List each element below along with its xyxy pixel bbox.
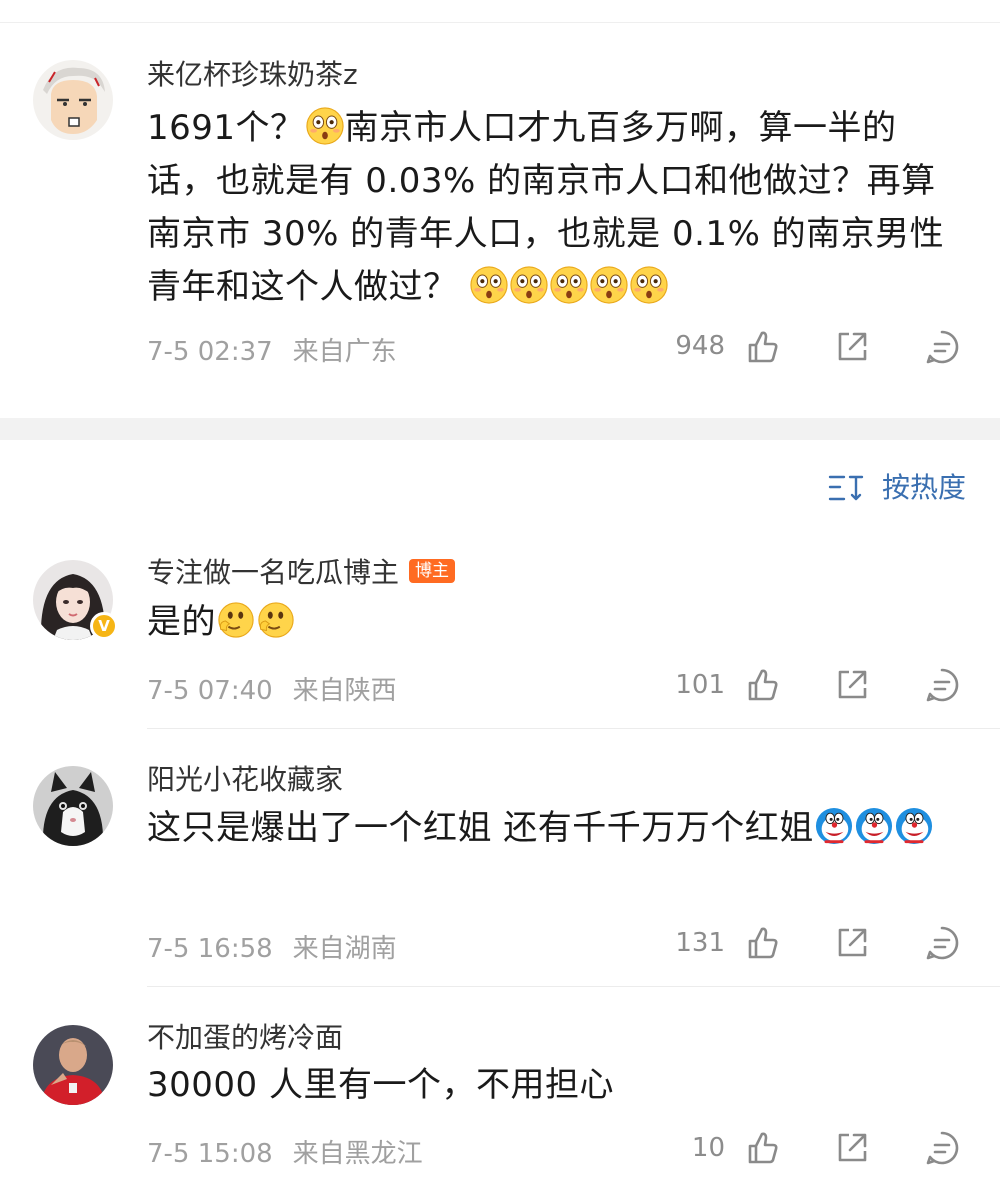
flushed-face-icon xyxy=(470,266,508,304)
comment-meta: 7-5 15:08 来自黑龙江 xyxy=(147,1133,423,1170)
flushed-face-icon xyxy=(590,266,628,304)
avatar-anime-man-icon xyxy=(33,60,113,140)
reply-icon[interactable] xyxy=(922,327,962,367)
avatar-player-icon xyxy=(33,1025,113,1105)
share-icon[interactable] xyxy=(832,327,872,367)
username[interactable]: 专注做一名吃瓜博主 博主 xyxy=(147,555,456,591)
comment-divider xyxy=(147,728,1000,729)
verified-icon: V xyxy=(90,612,118,640)
sort-label: 按热度 xyxy=(881,471,966,504)
username[interactable]: 阳光小花收藏家 xyxy=(147,762,343,798)
timestamp: 7-5 15:08 xyxy=(147,1139,273,1169)
flushed-face-icon xyxy=(630,266,668,304)
like-count: 101 xyxy=(675,670,725,700)
section-separator xyxy=(0,418,1000,440)
comment-meta: 7-5 07:40 来自陕西 xyxy=(147,670,397,707)
avatar-cat-icon xyxy=(33,766,113,846)
location: 来自广东 xyxy=(292,337,397,367)
comment-text-content: 这只是爆出了一个红姐 还有千千万万个红姐 xyxy=(147,808,814,848)
comment-text-content: 是的 xyxy=(147,602,216,642)
share-icon[interactable] xyxy=(832,1128,872,1168)
avatar[interactable] xyxy=(33,1025,113,1105)
share-icon[interactable] xyxy=(832,923,872,963)
share-icon[interactable] xyxy=(832,665,872,705)
comment-divider xyxy=(147,986,1000,987)
comment-meta: 7-5 16:58 来自湖南 xyxy=(147,928,397,965)
reply-icon[interactable] xyxy=(922,1128,962,1168)
comment-text: 30000 人里有一个，不用担心 xyxy=(147,1065,614,1105)
avatar[interactable] xyxy=(33,766,113,846)
comment-meta: 7-5 02:37 来自广东 xyxy=(147,331,397,368)
like-icon[interactable] xyxy=(742,923,782,963)
like-icon[interactable] xyxy=(742,665,782,705)
like-count: 948 xyxy=(675,331,725,361)
like-count: 131 xyxy=(675,928,725,958)
sort-button[interactable]: 按热度 xyxy=(828,466,966,506)
reply-icon[interactable] xyxy=(922,665,962,705)
avatar[interactable] xyxy=(33,60,113,140)
doraemon-face-icon xyxy=(855,807,893,845)
thinking-hand-face-icon xyxy=(217,601,255,639)
timestamp: 7-5 16:58 xyxy=(147,934,273,964)
timestamp: 7-5 02:37 xyxy=(147,337,273,367)
flushed-face-icon xyxy=(550,266,588,304)
comment-text: 是的 xyxy=(147,596,957,649)
doraemon-face-icon xyxy=(815,807,853,845)
username[interactable]: 来亿杯珍珠奶茶z xyxy=(147,57,358,93)
flushed-face-icon xyxy=(510,266,548,304)
comment-text: 1691个？ 南京市人口才九百多万啊，算一半的话，也就是有 0.03% 的南京市人… xyxy=(147,102,957,314)
like-count: 10 xyxy=(691,1133,725,1163)
username[interactable]: 不加蛋的烤冷面 xyxy=(147,1020,343,1056)
like-icon[interactable] xyxy=(742,327,782,367)
flushed-face-icon xyxy=(306,107,344,145)
location: 来自陕西 xyxy=(292,676,397,706)
sort-icon xyxy=(828,475,864,501)
top-divider xyxy=(0,22,1000,23)
like-icon[interactable] xyxy=(742,1128,782,1168)
doraemon-face-icon xyxy=(895,807,933,845)
blogger-badge: 博主 xyxy=(409,559,456,583)
username-text: 专注做一名吃瓜博主 xyxy=(147,556,400,589)
location: 来自黑龙江 xyxy=(292,1139,423,1169)
thinking-hand-face-icon xyxy=(257,601,295,639)
comment-text-part-1: 1691个？ xyxy=(147,108,305,148)
location: 来自湖南 xyxy=(292,934,397,964)
comment-text: 这只是爆出了一个红姐 还有千千万万个红姐 xyxy=(147,802,957,855)
reply-icon[interactable] xyxy=(922,923,962,963)
timestamp: 7-5 07:40 xyxy=(147,676,273,706)
